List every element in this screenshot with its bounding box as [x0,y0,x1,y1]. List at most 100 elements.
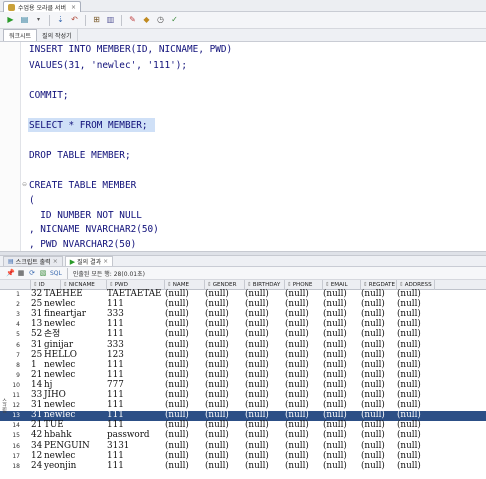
table-cell[interactable]: 111 [107,330,124,340]
table-cell[interactable]: 111 [107,320,124,330]
table-cell[interactable]: 111 [107,411,124,421]
table-cell[interactable]: 24 [31,461,42,472]
table-cell[interactable]: (null) [323,380,347,391]
table-cell[interactable]: (null) [397,380,421,391]
rollback-icon[interactable]: ↶ [69,15,80,26]
table-cell[interactable]: (null) [361,431,385,441]
table-cell[interactable]: 111 [107,300,124,310]
table-cell[interactable]: (null) [285,451,309,462]
table-cell[interactable]: (null) [245,461,269,472]
table-cell[interactable]: TAETAETAE [107,289,161,300]
table-cell[interactable]: 14 [31,380,42,391]
table-cell[interactable]: (null) [323,441,347,452]
table-row[interactable]: 18 24 yeonjin 111 (null) (null) (null) (null) (n… [0,461,486,472]
table-cell[interactable]: (null) [397,360,421,371]
table-row[interactable]: 6 31 ginijar 333 (null) (null) (null) (null) (nu… [0,340,486,351]
table-cell[interactable]: (null) [245,451,269,462]
table-cell[interactable]: (null) [361,451,385,462]
table-cell[interactable]: TUE [44,421,64,431]
table-cell[interactable]: (null) [205,360,229,371]
table-cell[interactable]: 25 [31,300,42,310]
table-cell[interactable]: (null) [323,330,347,340]
table-cell[interactable]: 111 [107,370,124,381]
table-cell[interactable]: (null) [285,350,309,361]
table-cell[interactable]: 12 [31,451,42,462]
table-cell[interactable]: password [107,431,150,441]
tab-script-output[interactable]: ▤ 스크립트 출력 × [3,256,63,266]
table-cell[interactable]: (null) [245,360,269,371]
fold-icon[interactable]: ⊖ [22,181,27,188]
table-cell[interactable]: 25 [31,350,42,361]
table-cell[interactable]: (null) [397,431,421,441]
table-cell[interactable]: 31 [31,340,42,351]
history-icon[interactable]: ◷ [155,15,166,26]
table-cell[interactable]: 111 [107,421,124,431]
table-cell[interactable]: (null) [397,461,421,472]
format-icon[interactable]: ✎ [127,15,138,26]
table-cell[interactable]: (null) [285,431,309,441]
table-cell[interactable]: 42 [31,431,42,441]
table-cell[interactable]: (null) [205,441,229,452]
table-row[interactable]: 17 12 newlec 111 (null) (null) (null) (null) (nu… [0,451,486,462]
tab-query-result[interactable]: ▶ 질의 결과 × [64,256,114,266]
table-cell[interactable]: 31 [31,411,42,421]
table-cell[interactable]: newlec [44,360,75,371]
table-cell[interactable]: (null) [397,340,421,351]
clear-icon[interactable]: ◆ [141,15,152,26]
sort-icon[interactable]: ⇕ [33,282,38,288]
table-cell[interactable]: (null) [245,340,269,351]
table-cell[interactable]: (null) [165,370,189,381]
table-cell[interactable]: (null) [285,441,309,452]
table-cell[interactable]: (null) [205,461,229,472]
table-cell[interactable]: (null) [397,441,421,452]
table-cell[interactable]: 손정 [44,330,60,340]
table-cell[interactable]: (null) [245,380,269,391]
table-cell[interactable]: 31 [31,401,42,411]
dropdown-chevron-icon[interactable]: ▾ [33,15,44,26]
result-grid[interactable]: ⇕ID ⇕NICNAME ⇕PWD ⇕NAME ⇕GENDER ⇕BIRTHDAY ⇕PHO… [0,280,486,479]
table-cell[interactable]: (null) [361,370,385,381]
pin-icon[interactable]: 📌 [6,269,15,277]
table-cell[interactable]: (null) [323,340,347,351]
table-cell[interactable]: (null) [165,350,189,361]
explain-plan-icon[interactable]: ⊞ [91,15,102,26]
table-cell[interactable]: (null) [205,380,229,391]
table-cell[interactable]: (null) [245,441,269,452]
table-cell[interactable]: 13 [31,320,42,330]
sort-icon[interactable]: ⇕ [247,282,252,288]
spellcheck-icon[interactable]: ✓ [169,15,180,26]
table-cell[interactable]: (null) [323,451,347,462]
table-cell[interactable]: 33 [31,390,42,401]
table-cell[interactable]: (null) [165,340,189,351]
table-cell[interactable]: (null) [323,350,347,361]
table-cell[interactable]: 123 [107,350,124,361]
table-row[interactable]: 10 14 hj 777 (null) (null) (null) (null) (null) (… [0,380,486,391]
table-cell[interactable]: 34 [31,441,42,452]
sort-icon[interactable]: ⇕ [325,282,330,288]
table-cell[interactable]: (null) [245,330,269,340]
connection-tab[interactable]: 수업용 오라클 서버 × [3,1,82,12]
table-cell[interactable]: fineartjar [44,310,86,320]
tab-query-builder[interactable]: 질의 작성기 [37,29,78,41]
table-cell[interactable]: (null) [323,370,347,381]
close-icon[interactable]: × [103,258,108,265]
table-cell[interactable]: JIHO [44,390,66,401]
commit-icon[interactable]: ⇣ [55,15,66,26]
table-row[interactable]: 9 21 newlec 111 (null) (null) (null) (null) (nul… [0,370,486,381]
table-cell[interactable]: 333 [107,310,124,320]
table-cell[interactable]: 777 [107,380,124,391]
table-cell[interactable]: (null) [323,431,347,441]
table-row[interactable]: 8 1 newlec 111 (null) (null) (null) (null) (null… [0,360,486,371]
table-cell[interactable]: newlec [44,411,75,421]
export-icon[interactable]: ▧ [39,269,47,277]
table-row[interactable]: 16 34 PENGUIN 3131 (null) (null) (null) (null) (… [0,441,486,452]
run-script-icon[interactable]: ▤ [19,15,30,26]
table-cell[interactable]: newlec [44,300,75,310]
sort-icon[interactable]: ⇕ [167,282,172,288]
table-cell[interactable]: (null) [361,340,385,351]
table-cell[interactable]: (null) [205,330,229,340]
close-icon[interactable]: × [71,4,76,11]
table-cell[interactable]: (null) [165,380,189,391]
table-cell[interactable]: 21 [31,421,42,431]
table-cell[interactable]: 111 [107,390,124,401]
